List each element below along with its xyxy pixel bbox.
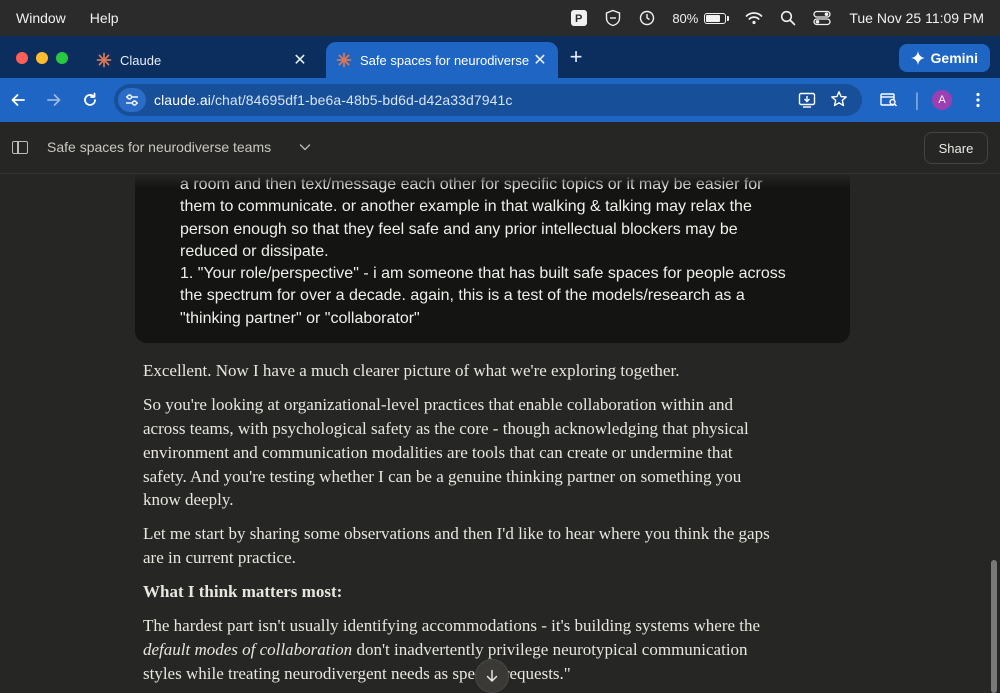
vpn-shield-icon[interactable] (604, 9, 622, 27)
user-message-line: person enough so that they feel safe and… (180, 221, 738, 238)
assistant-paragraph-line: know deeply. (143, 490, 234, 509)
time-machine-icon[interactable] (638, 9, 656, 27)
forward-arrow-icon[interactable] (44, 90, 64, 110)
close-window-button[interactable] (16, 52, 28, 64)
wifi-icon[interactable] (745, 9, 763, 27)
gemini-sparkle-icon (910, 51, 925, 65)
battery-icon[interactable] (704, 12, 730, 24)
reading-mode-icon[interactable] (879, 90, 899, 110)
user-message-line: "thinking partner" or "collaborator" (180, 310, 420, 327)
gemini-label: Gemini (930, 50, 978, 66)
spotlight-search-icon[interactable] (779, 9, 797, 27)
window-controls (16, 52, 68, 64)
menu-help[interactable]: Help (66, 10, 119, 26)
menu-clock[interactable]: Tue Nov 25 11:09 PM (849, 10, 984, 26)
bookmark-star-icon[interactable] (830, 90, 848, 111)
user-message-line: the spectrum for over a decade. again, t… (180, 287, 745, 304)
user-message-bubble: a room and then text/message each other … (135, 174, 850, 343)
address-bar[interactable]: claude.ai/chat/84695df1-be6a-48b5-bd6d-d… (114, 84, 862, 116)
conversation-area: a room and then text/message each other … (0, 174, 1000, 693)
gemini-button[interactable]: Gemini (898, 44, 990, 72)
install-app-icon[interactable] (798, 91, 816, 112)
share-button[interactable]: Share (924, 132, 988, 164)
site-settings-icon[interactable] (118, 88, 146, 112)
url-text: claude.ai/chat/84695df1-be6a-48b5-bd6d-d… (154, 92, 513, 108)
browser-toolbar: claude.ai/chat/84695df1-be6a-48b5-bd6d-d… (0, 78, 1000, 122)
assistant-paragraph-line: So you're looking at organizational-leve… (143, 395, 734, 414)
tab-title: Safe spaces for neurodiverse (360, 52, 530, 68)
menu-window[interactable]: Window (0, 10, 66, 26)
user-message-line: 1. "Your role/perspective" - i am someon… (180, 265, 786, 282)
emphasis-text: default modes of collaboration (143, 640, 353, 659)
assistant-heading: What I think matters most: (143, 582, 833, 602)
assistant-paragraph-line: The hardest part isn't usually identifyi… (143, 616, 761, 635)
heading-text: What I think matters most: (143, 582, 343, 601)
user-message-line: reduced or dissipate. (180, 243, 329, 260)
zoom-window-button[interactable] (56, 52, 68, 64)
assistant-paragraph: Excellent. Now I have a much clearer pic… (143, 361, 680, 380)
url-host: claude.ai (154, 92, 211, 108)
scroll-to-bottom-button[interactable] (475, 659, 509, 693)
top-fade (0, 174, 1000, 188)
assistant-paragraph-line: environment and communication modalities… (143, 443, 733, 462)
assistant-paragraph-line: default modes of collaboration don't ina… (143, 640, 833, 660)
paste-app-icon[interactable]: P (570, 9, 588, 27)
assistant-paragraph-line: are in current practice. (143, 548, 296, 567)
reload-icon[interactable] (80, 90, 100, 110)
profile-avatar[interactable]: A (932, 90, 952, 110)
tab-claude[interactable]: Claude ✕ (86, 42, 318, 78)
url-path: /chat/84695df1-be6a-48b5-bd6d-d42a33d794… (210, 92, 513, 108)
new-tab-button[interactable]: + (566, 46, 586, 70)
arrow-down-icon (486, 669, 498, 682)
chevron-down-icon[interactable] (298, 140, 312, 154)
line-text: don't inadvertently privilege neurotypic… (352, 640, 748, 659)
more-menu-icon[interactable] (968, 90, 988, 110)
menu-bar-extras: P 80% Tue Nov 25 11:09 PM (554, 0, 984, 36)
claude-spark-icon (336, 52, 352, 68)
tab-close-icon[interactable]: ✕ (292, 50, 308, 70)
control-center-icon[interactable] (813, 9, 832, 27)
tab-close-icon[interactable]: ✕ (532, 50, 548, 70)
minimize-window-button[interactable] (36, 52, 48, 64)
back-arrow-icon[interactable] (8, 90, 28, 110)
macos-menu-bar: Window Help P 80% Tue Nov 25 11:09 PM (0, 0, 1000, 36)
chat-title[interactable]: Safe spaces for neurodiverse teams (47, 139, 271, 155)
chat-header: Safe spaces for neurodiverse teams Share (0, 122, 1000, 174)
battery-percent: 80% (672, 10, 699, 26)
tab-safe-spaces[interactable]: Safe spaces for neurodiverse ✕ (326, 42, 558, 78)
browser-tab-strip: Claude ✕ Safe spaces for neurodiverse ✕ … (0, 36, 1000, 78)
claude-spark-icon (96, 52, 112, 68)
assistant-paragraph-line: safety. And you're testing whether I can… (143, 467, 742, 486)
svg-text:P: P (575, 13, 582, 25)
assistant-paragraph-line: across teams, with psychological safety … (143, 419, 749, 438)
page-scrollbar[interactable] (991, 560, 997, 693)
toolbar-divider: | (914, 89, 920, 110)
assistant-paragraph-line: Let me start by sharing some observation… (143, 524, 770, 543)
tab-title: Claude (120, 52, 162, 68)
sidebar-toggle-icon[interactable] (12, 141, 28, 154)
user-message-line: them to communicate. or another example … (180, 198, 752, 215)
